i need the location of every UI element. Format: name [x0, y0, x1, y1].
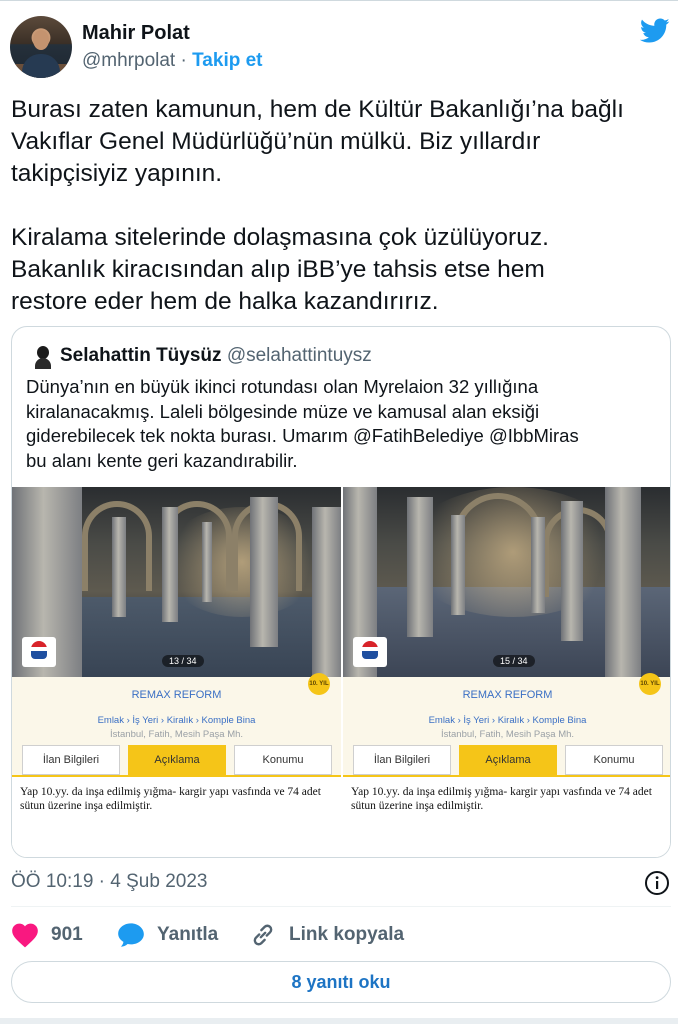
divider — [11, 906, 671, 907]
scene-column — [407, 497, 433, 637]
listing-description: Yap 10.yy. da inşa edilmiş yığma- kargir… — [343, 775, 670, 857]
like-count: 901 — [51, 924, 83, 945]
listing-photo-left[interactable]: 13 / 34 REMAX REFORM 10. YIL Emlak › İş … — [12, 487, 341, 857]
quoted-line: bu alanı kente geri kazandırabilir. — [26, 449, 298, 471]
anniversary-badge: 10. YIL — [639, 673, 661, 695]
tab-konumu: Konumu — [565, 745, 663, 775]
reply-button[interactable]: Yanıtla — [117, 920, 218, 950]
scene-column — [162, 507, 178, 622]
reply-label: Yanıtla — [157, 924, 219, 945]
quoted-line: kiralanacakmış. Laleli bölgesinde müze v… — [26, 400, 540, 422]
twitter-bird-icon[interactable] — [640, 18, 670, 44]
listing-panel: REMAX REFORM 10. YIL Emlak › İş Yeri › K… — [12, 673, 341, 857]
tweet-timestamp[interactable]: ÖÖ 10:19 · 4 Şub 2023 — [11, 871, 207, 893]
listing-tabs: İlan Bilgileri Açıklama Konumu — [353, 745, 663, 775]
scene-column — [202, 522, 212, 602]
speech-bubble-icon — [118, 923, 144, 947]
tweet-line: Vakıflar Genel Müdürlüğü’nün mülkü. Biz … — [11, 128, 541, 155]
agency-name: REMAX REFORM — [131, 689, 222, 701]
tweet-line: Burası zaten kamunun, hem de Kültür Baka… — [11, 96, 624, 123]
avatar-face — [33, 30, 49, 50]
scene-column — [561, 501, 583, 641]
remax-balloon — [31, 641, 47, 659]
listing-description: Yap 10.yy. da inşa edilmiş yığma- kargir… — [12, 775, 341, 857]
copy-link-button[interactable]: Link kopyala — [249, 920, 404, 950]
scene-column — [531, 517, 545, 613]
quoted-avatar-body — [35, 358, 51, 369]
cistern-scene: 13 / 34 — [12, 487, 341, 677]
agency-name: REMAX REFORM — [462, 689, 553, 701]
listing-location: İstanbul, Fatih, Mesih Paşa Mh. — [440, 729, 575, 740]
scene-arch — [453, 493, 543, 593]
handle-separator: · — [180, 50, 187, 71]
tab-konumu: Konumu — [234, 745, 332, 775]
photo-counter: 15 / 34 — [493, 655, 535, 667]
scene-column — [605, 487, 641, 677]
quoted-author-handle: @selahattintuysz — [226, 345, 372, 366]
listing-photo-right[interactable]: 15 / 34 REMAX REFORM 10. YIL Emlak › İş … — [343, 487, 670, 857]
like-button[interactable]: 901 — [11, 920, 83, 950]
quoted-avatar — [32, 345, 54, 369]
remax-logo — [22, 637, 56, 667]
tab-aciklama: Açıklama — [459, 745, 557, 775]
scene-column — [250, 497, 278, 647]
author-handle[interactable]: @mhrpolat — [82, 50, 175, 71]
photo-counter: 13 / 34 — [162, 655, 204, 667]
tweet-line: Bakanlık kiracısından alıp iBB’ye tahsis… — [11, 256, 545, 283]
top-border — [0, 0, 678, 1]
tab-ilan-bilgileri: İlan Bilgileri — [22, 745, 120, 775]
copy-label: Link kopyala — [289, 924, 405, 945]
read-replies-button[interactable]: 8 yanıtı oku — [11, 961, 671, 1003]
remax-logo — [353, 637, 387, 667]
listing-breadcrumb: Emlak › İş Yeri › Kiralık › Komple Bina — [428, 715, 587, 726]
author-name[interactable]: Mahir Polat — [82, 22, 190, 45]
tweet-line: restore eder hem de halka kazandırırız. — [11, 288, 439, 315]
tab-ilan-bilgileri: İlan Bilgileri — [353, 745, 451, 775]
remax-balloon — [362, 641, 378, 659]
quoted-line: giderebilecek tek nokta burası. Umarım @… — [26, 425, 579, 446]
quoted-tweet[interactable]: Selahattin Tüysüz @selahattintuysz Dünya… — [11, 326, 671, 858]
info-icon[interactable] — [644, 870, 670, 896]
bottom-border — [0, 1018, 678, 1024]
listing-location: İstanbul, Fatih, Mesih Paşa Mh. — [109, 729, 244, 740]
listing-breadcrumb: Emlak › İş Yeri › Kiralık › Komple Bina — [97, 715, 256, 726]
heart-icon — [12, 923, 38, 948]
tab-aciklama: Açıklama — [128, 745, 226, 775]
quoted-line: Dünya’nın en büyük ikinci rotundası olan… — [26, 376, 539, 397]
scene-column — [312, 507, 341, 677]
scene-column — [451, 515, 465, 615]
tweet-line: Kiralama sitelerinde dolaşmasına çok üzü… — [11, 224, 549, 251]
link-icon — [253, 924, 273, 946]
action-bar: 901 Yanıtla Link kopyala — [11, 920, 671, 950]
tweet-text: Burası zaten kamunun, hem de Kültür Baka… — [11, 94, 671, 318]
avatar-shirt — [22, 54, 60, 78]
scene-column — [112, 517, 126, 617]
author-avatar[interactable] — [10, 16, 72, 78]
quoted-author-name: Selahattin Tüysüz — [60, 345, 222, 366]
listing-panel: REMAX REFORM 10. YIL Emlak › İş Yeri › K… — [343, 673, 670, 857]
listing-tabs: İlan Bilgileri Açıklama Konumu — [22, 745, 332, 775]
quoted-text: Dünya’nın en büyük ikinci rotundası olan… — [26, 375, 666, 473]
cistern-scene: 15 / 34 — [343, 487, 670, 677]
tweet-line: takipçisiyiz yapının. — [11, 160, 223, 187]
anniversary-badge: 10. YIL — [308, 673, 330, 695]
author-handle-line: @mhrpolat · Takip et — [82, 50, 263, 72]
follow-button[interactable]: Takip et — [192, 50, 262, 71]
quoted-author: Selahattin Tüysüz @selahattintuysz — [60, 345, 372, 367]
